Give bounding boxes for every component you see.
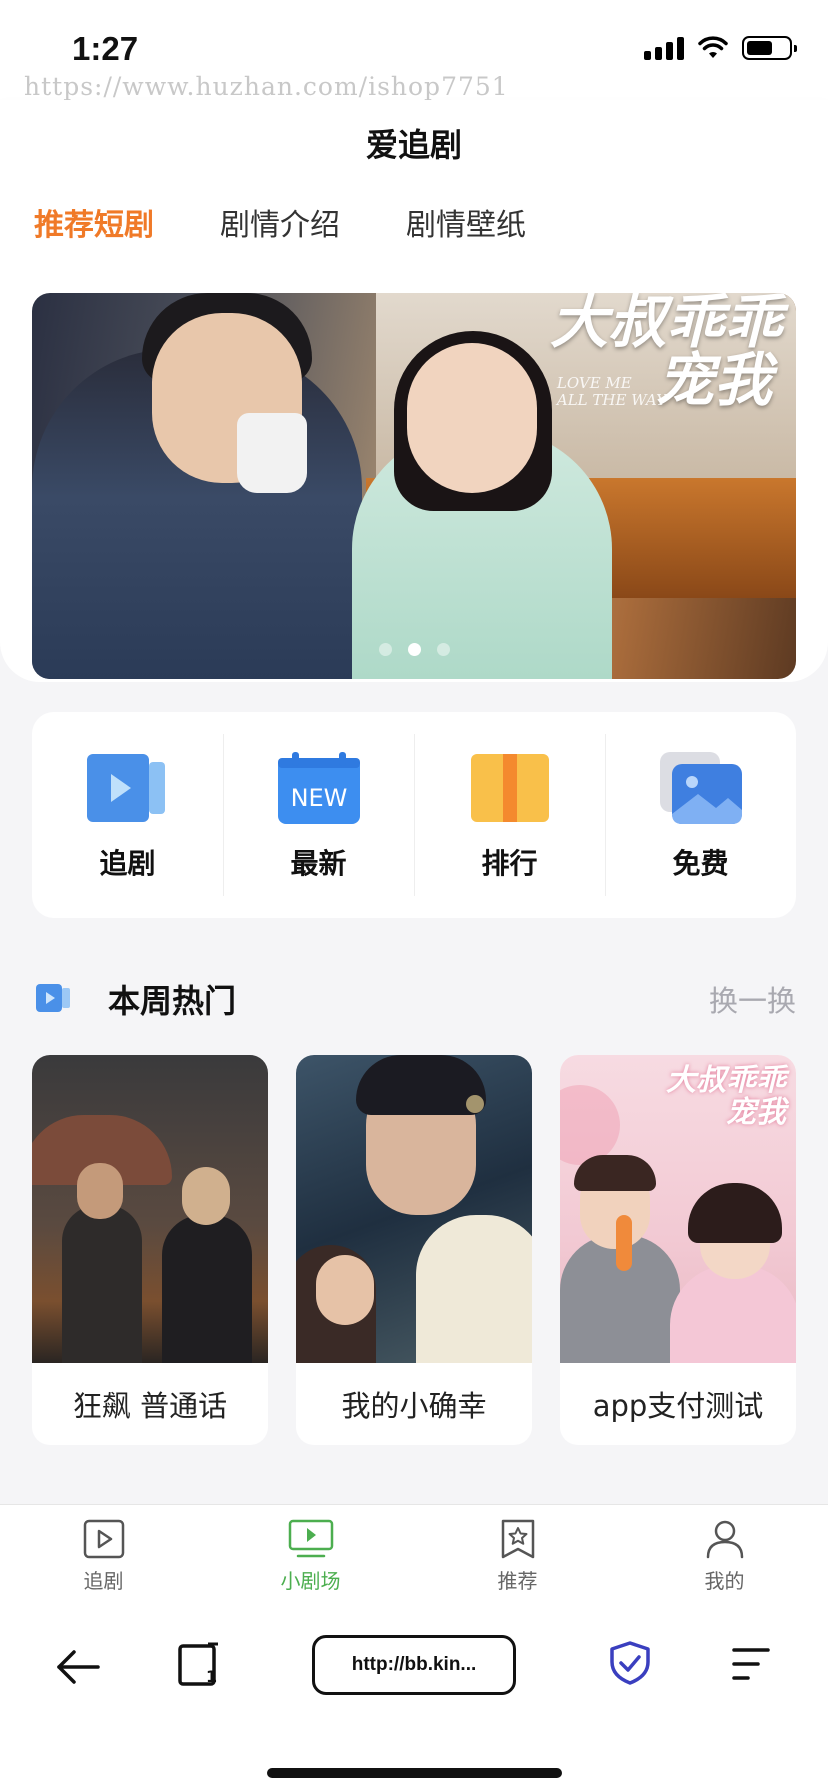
drama-card[interactable]: 我的小确幸 xyxy=(296,1055,532,1445)
cellular-signal-icon xyxy=(644,36,684,60)
tabbar-item-recommend[interactable]: 推荐 xyxy=(414,1505,621,1622)
banner-carousel[interactable]: 大叔乖乖 宠我 LOVE ME ALL THE WAY xyxy=(32,293,796,679)
video-section-icon xyxy=(36,984,70,1012)
banner-actress-face xyxy=(407,343,537,493)
tabbar-item-theater[interactable]: 小剧场 xyxy=(207,1505,414,1622)
drama-title: 狂飙 普通话 xyxy=(72,1389,228,1423)
battery-icon xyxy=(742,36,797,60)
play-video-icon xyxy=(86,754,165,822)
tv-icon xyxy=(288,1519,333,1558)
ranking-icon xyxy=(470,754,549,822)
page-title: 爱追剧 xyxy=(365,126,462,164)
quick-menu-free[interactable]: 免费 xyxy=(605,712,796,918)
watermark-text: https://www.huzhan.com/ishop7751 xyxy=(24,72,509,101)
quick-menu-label: 排行 xyxy=(481,847,538,880)
image-icon xyxy=(659,752,742,824)
banner-cup xyxy=(237,413,307,493)
status-bar: 1:27 https://www.huzhan.com/ishop7751 xyxy=(0,0,828,101)
star-bookmark-icon xyxy=(501,1519,534,1559)
svg-text:NEW: NEW xyxy=(290,784,347,812)
tab-recommended-short-drama[interactable]: 推荐短剧 xyxy=(34,200,154,244)
drama-poster: 大叔乖乖 宠我 xyxy=(560,1055,796,1363)
browser-toolbar: 1 http://bb.kin... xyxy=(0,1622,828,1792)
refresh-button[interactable]: 换一换 xyxy=(709,978,796,1020)
tab-plot-wallpaper[interactable]: 剧情壁纸 xyxy=(406,200,526,244)
quick-menu-label: 最新 xyxy=(290,847,347,880)
new-calendar-icon: NEW xyxy=(277,752,360,824)
menu-icon[interactable] xyxy=(730,1646,770,1682)
quick-menu-follow-drama[interactable]: 追剧 xyxy=(32,712,223,918)
poster-title-line1: 大叔乖乖 xyxy=(666,1063,786,1098)
category-tabs: 推荐短剧 剧情介绍 剧情壁纸 xyxy=(34,200,526,244)
back-arrow-icon[interactable] xyxy=(56,1650,100,1684)
app-header: 爱追剧 推荐短剧 剧情介绍 剧情壁纸 xyxy=(0,100,828,272)
shield-check-icon[interactable] xyxy=(608,1640,652,1686)
banner-subtitle: LOVE ME ALL THE WAY xyxy=(557,375,666,409)
hot-drama-list: 狂飙 普通话 我的小确幸 大叔乖乖 宠我 app支付测试 xyxy=(32,1055,796,1445)
poster-title-text: 大叔乖乖 宠我 xyxy=(666,1065,786,1129)
tabbar-label: 我的 xyxy=(704,1569,745,1593)
status-time: 1:27 xyxy=(72,30,139,67)
drama-card[interactable]: 大叔乖乖 宠我 app支付测试 xyxy=(560,1055,796,1445)
quick-menu-latest[interactable]: NEW 最新 xyxy=(223,712,414,918)
drama-title: 我的小确幸 xyxy=(341,1389,487,1423)
drama-title: app支付测试 xyxy=(592,1389,764,1423)
status-icons xyxy=(644,36,797,60)
url-bar[interactable]: http://bb.kin... xyxy=(312,1635,516,1695)
hot-section-title: 本周热门 xyxy=(108,982,237,1020)
banner-subtitle-line1: LOVE ME xyxy=(556,374,632,392)
quick-menu: 追剧 NEW 最新 排行 免费 xyxy=(32,712,796,918)
play-square-icon xyxy=(83,1519,124,1559)
drama-poster xyxy=(32,1055,268,1363)
quick-menu-label: 免费 xyxy=(672,847,729,880)
hot-section-header: 本周热门 换一换 xyxy=(36,972,796,1022)
carousel-dot[interactable] xyxy=(378,643,392,656)
drama-card[interactable]: 狂飙 普通话 xyxy=(32,1055,268,1445)
tab-plot-intro[interactable]: 剧情介绍 xyxy=(220,200,340,244)
carousel-dot-active[interactable] xyxy=(407,643,421,656)
banner-subtitle-line2: ALL THE WAY xyxy=(556,391,666,409)
drama-poster xyxy=(296,1055,532,1363)
svg-text:1: 1 xyxy=(206,1667,217,1686)
tabs-icon[interactable]: 1 xyxy=(178,1642,220,1686)
tabbar-label: 推荐 xyxy=(497,1569,538,1593)
bottom-tab-bar: 追剧 小剧场 推荐 我的 xyxy=(0,1504,828,1622)
home-indicator xyxy=(267,1768,562,1778)
poster-title-line2: 宠我 xyxy=(726,1095,786,1130)
carousel-dots xyxy=(32,643,796,656)
carousel-dot[interactable] xyxy=(436,643,450,656)
tabbar-label: 小剧场 xyxy=(280,1569,341,1593)
tabbar-item-follow[interactable]: 追剧 xyxy=(0,1505,207,1622)
tabbar-label: 追剧 xyxy=(83,1569,124,1593)
quick-menu-ranking[interactable]: 排行 xyxy=(414,712,605,918)
wifi-icon xyxy=(698,36,728,58)
quick-menu-label: 追剧 xyxy=(99,847,156,880)
tabbar-item-mine[interactable]: 我的 xyxy=(621,1505,828,1622)
user-icon xyxy=(706,1520,743,1559)
